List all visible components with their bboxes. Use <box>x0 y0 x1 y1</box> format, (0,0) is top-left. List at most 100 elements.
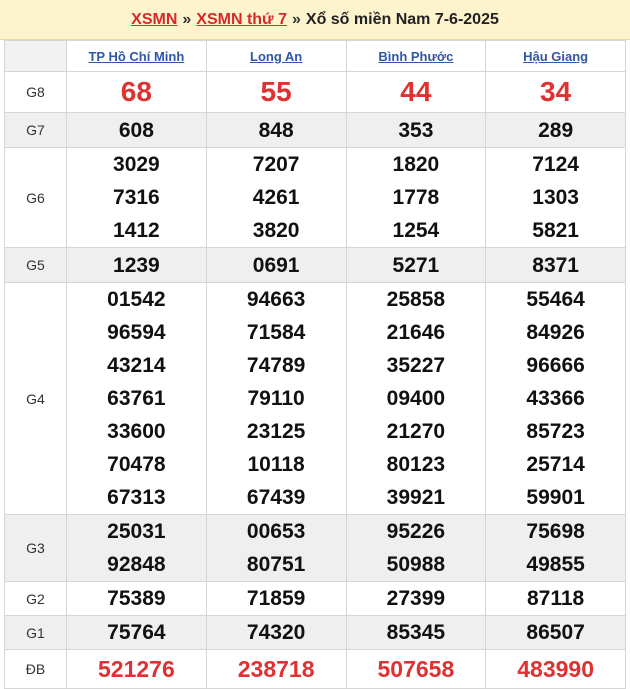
prize-label-g3: G3 <box>4 514 67 582</box>
results-table: TP Hồ Chí Minh Long An Bình Phước Hậu Gi… <box>4 40 626 689</box>
g3-cell: 00653 80751 <box>205 514 347 582</box>
g6-number: 1412 <box>113 219 160 242</box>
g6-number: 1303 <box>532 186 579 209</box>
g6-number: 5821 <box>532 219 579 242</box>
g5-number: 5271 <box>345 247 487 283</box>
g3-number: 75698 <box>526 520 585 543</box>
g4-number: 94663 <box>246 288 306 311</box>
province-link-long-an[interactable]: Long An <box>205 40 347 72</box>
prize-row-g1: G1 75764 74320 85345 86507 <box>4 615 626 650</box>
g7-number: 848 <box>205 112 347 148</box>
g6-cell: 7124 1303 5821 <box>485 147 626 248</box>
g4-number: 70478 <box>107 453 166 476</box>
g4-number: 01542 <box>107 288 166 311</box>
g4-cell: 55464 84926 96666 43366 85723 25714 5990… <box>485 282 626 515</box>
g1-number: 75764 <box>66 615 207 650</box>
g3-cell: 95226 50988 <box>345 514 487 582</box>
prize-label-g6: G6 <box>4 147 67 248</box>
g4-cell: 25858 21646 35227 09400 21270 80123 3992… <box>345 282 487 515</box>
g2-number: 87118 <box>485 581 626 616</box>
special-prize-number: 507658 <box>345 649 487 689</box>
g4-number: 71584 <box>246 321 306 344</box>
g7-number: 289 <box>485 112 626 148</box>
prize-row-g8: G8 68 55 44 34 <box>4 71 626 113</box>
g4-number: 10118 <box>247 453 305 476</box>
g4-cell: 94663 71584 74789 79110 23125 10118 6743… <box>205 282 347 515</box>
breadcrumb-link-xsmn-thu-7[interactable]: XSMN thứ 7 <box>196 11 287 29</box>
g6-number: 1820 <box>392 153 440 176</box>
g4-number: 96594 <box>107 321 166 344</box>
g2-number: 75389 <box>66 581 207 616</box>
special-prize-number: 521276 <box>66 649 207 689</box>
province-link-binh-phuoc[interactable]: Bình Phước <box>345 40 487 72</box>
g4-number: 59901 <box>526 486 585 509</box>
g4-number: 25714 <box>526 453 585 476</box>
g4-number: 43214 <box>107 354 166 377</box>
g4-number: 80123 <box>386 453 446 476</box>
breadcrumb-link-xsmn[interactable]: XSMN <box>131 11 177 29</box>
g5-number: 0691 <box>205 247 347 283</box>
g3-number: 25031 <box>107 520 166 543</box>
g6-cell: 1820 1778 1254 <box>345 147 487 248</box>
g4-number: 23125 <box>246 420 306 443</box>
prize-label-g2: G2 <box>4 581 67 616</box>
g4-number: 63761 <box>107 387 166 410</box>
breadcrumb-separator: » <box>182 10 192 28</box>
g8-number: 68 <box>66 71 207 113</box>
g3-number: 50988 <box>386 553 446 576</box>
g4-number: 39921 <box>386 486 446 509</box>
special-prize-number: 483990 <box>485 649 626 689</box>
g6-number: 3029 <box>113 153 160 176</box>
g3-number: 80751 <box>246 553 306 576</box>
g6-number: 1778 <box>392 186 440 209</box>
g4-number: 67439 <box>246 486 306 509</box>
g3-cell: 75698 49855 <box>485 514 626 582</box>
prize-label-g4: G4 <box>4 282 67 515</box>
g5-number: 8371 <box>485 247 626 283</box>
prize-row-special: ĐB 521276 238718 507658 483990 <box>4 649 626 689</box>
province-header-row: TP Hồ Chí Minh Long An Bình Phước Hậu Gi… <box>4 40 626 72</box>
prize-label-g8: G8 <box>4 71 67 113</box>
g4-number: 85723 <box>526 420 585 443</box>
g6-number: 7316 <box>113 186 160 209</box>
g4-number: 33600 <box>107 420 166 443</box>
g4-number: 74789 <box>246 354 306 377</box>
g4-number: 67313 <box>107 486 166 509</box>
special-prize-number: 238718 <box>205 649 347 689</box>
prize-label-g1: G1 <box>4 615 67 650</box>
g7-number: 353 <box>345 112 487 148</box>
g4-number: 84926 <box>526 321 585 344</box>
g6-number: 4261 <box>252 186 300 209</box>
g3-number: 95226 <box>386 520 446 543</box>
g4-number: 21270 <box>386 420 446 443</box>
prize-row-g4: G4 01542 96594 43214 63761 33600 70478 6… <box>4 282 626 515</box>
g4-number: 55464 <box>526 288 585 311</box>
g3-number: 92848 <box>107 553 166 576</box>
province-link-hau-giang[interactable]: Hậu Giang <box>485 40 626 72</box>
g6-number: 3820 <box>252 219 300 242</box>
g7-number: 608 <box>66 112 207 148</box>
prize-row-g6: G6 3029 7316 1412 7207 4261 3820 1820 17… <box>4 147 626 248</box>
prize-label-g5: G5 <box>4 247 67 283</box>
g2-number: 71859 <box>205 581 347 616</box>
g8-number: 34 <box>485 71 626 113</box>
prize-label-g7: G7 <box>4 112 67 148</box>
g1-number: 85345 <box>345 615 487 650</box>
breadcrumb: XSMN » XSMN thứ 7 » Xổ số miền Nam 7-6-2… <box>0 0 630 40</box>
prize-row-g7: G7 608 848 353 289 <box>4 112 626 148</box>
g6-cell: 7207 4261 3820 <box>205 147 347 248</box>
g3-number: 00653 <box>246 520 306 543</box>
g8-number: 55 <box>205 71 347 113</box>
province-link-tp-ho-chi-minh[interactable]: TP Hồ Chí Minh <box>66 40 207 72</box>
g6-number: 1254 <box>392 219 440 242</box>
g4-number: 09400 <box>386 387 446 410</box>
g6-cell: 3029 7316 1412 <box>66 147 207 248</box>
g4-number: 43366 <box>526 387 585 410</box>
g3-number: 49855 <box>526 553 585 576</box>
g1-number: 86507 <box>485 615 626 650</box>
prize-row-g2: G2 75389 71859 27399 87118 <box>4 581 626 616</box>
page-title: Xổ số miền Nam 7-6-2025 <box>305 10 499 28</box>
prize-row-g3: G3 25031 92848 00653 80751 95226 50988 7… <box>4 514 626 582</box>
header-corner-cell <box>4 40 67 72</box>
g1-number: 74320 <box>205 615 347 650</box>
